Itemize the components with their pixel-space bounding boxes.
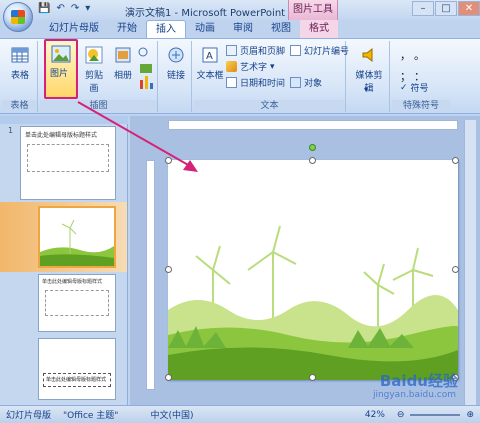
watermark-url: jingyan.baidu.com — [372, 390, 456, 400]
status-view: 幻灯片母版 — [6, 411, 52, 421]
zoom-out-icon[interactable]: ⊖ — [391, 410, 411, 420]
zoom-in-icon[interactable]: ⊕ — [460, 410, 480, 420]
office-button[interactable] — [3, 2, 33, 32]
status-language: 中文(中国) — [150, 411, 194, 421]
zoom-slider[interactable] — [410, 413, 461, 416]
office-logo-icon — [11, 10, 25, 24]
status-zoom[interactable]: 42% — [359, 410, 391, 420]
status-bar: 幻灯片母版 "Office 主题" 中文(中国) 42% ⊖ ⊕ — [0, 405, 480, 423]
status-theme: "Office 主题" — [63, 411, 119, 421]
baidu-logo: Baidu经验 — [379, 372, 458, 390]
pointer-arrow — [77, 101, 198, 172]
